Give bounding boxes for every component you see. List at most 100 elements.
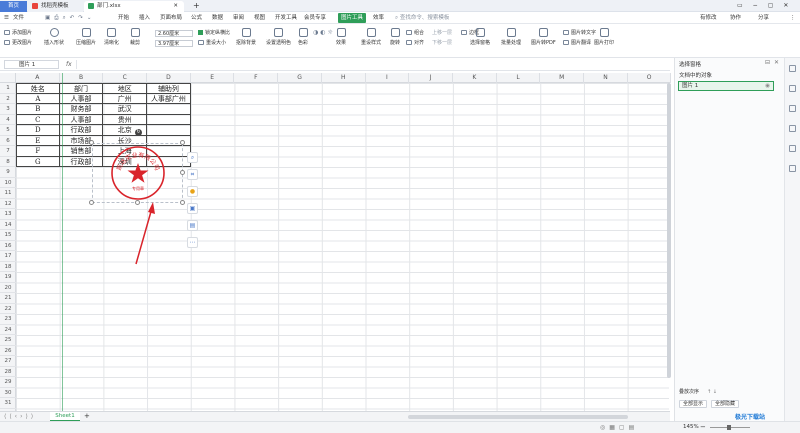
translate-button[interactable]: 图片翻译 <box>563 40 591 47</box>
menu-data[interactable]: 数据 <box>212 12 223 24</box>
effects-button[interactable]: 效果 <box>336 28 346 46</box>
column-header-K[interactable]: K <box>453 73 497 83</box>
column-header-I[interactable]: I <box>366 73 410 83</box>
idea-icon[interactable]: ● <box>187 186 198 197</box>
more-options-icon[interactable]: ⋯ <box>187 237 198 248</box>
table-cell[interactable] <box>147 125 191 136</box>
column-header-D[interactable]: D <box>147 73 191 83</box>
height-input[interactable]: 2.60厘米 <box>155 30 193 37</box>
share-icon[interactable] <box>789 165 796 172</box>
sharpen-button[interactable]: 清晰化 <box>104 28 119 46</box>
resize-handle[interactable] <box>89 140 94 145</box>
collab-button[interactable]: 协作 <box>730 12 741 24</box>
row-header-3[interactable]: 3 <box>0 104 16 115</box>
formula-input[interactable] <box>76 60 666 69</box>
table-cell[interactable]: 人事部 <box>59 93 104 104</box>
menu-view[interactable]: 视图 <box>254 12 265 24</box>
compress-button[interactable]: 压缩图片 <box>76 28 96 46</box>
column-header-L[interactable]: L <box>497 73 541 83</box>
view-mode-icons[interactable]: ◎▦▢▤ <box>600 424 638 431</box>
column-header-H[interactable]: H <box>322 73 366 83</box>
zoom-out-button[interactable]: − <box>700 423 706 431</box>
table-header-cell[interactable]: 姓名 <box>16 83 60 94</box>
row-header-10[interactable]: 10 <box>0 178 16 188</box>
column-header-C[interactable]: C <box>103 73 148 83</box>
row-header-11[interactable]: 11 <box>0 188 16 199</box>
name-box[interactable]: 图片 1 <box>4 60 59 69</box>
tab-home[interactable]: 首页 <box>0 1 27 12</box>
cell-grid[interactable]: 姓名 部门 地区 辅助列 A 人事部 广州 人事部广州 B 财务部 武汉 C 人事部 贵州 D 行政部 北京 E 市… <box>16 83 669 413</box>
zoom-level[interactable]: 145% <box>683 424 699 430</box>
column-header-M[interactable]: M <box>540 73 585 83</box>
reset-size-button[interactable]: 重设大小 <box>198 40 226 47</box>
row-header-22[interactable]: 22 <box>0 304 16 314</box>
width-input[interactable]: 3.97厘米 <box>155 40 193 47</box>
select-all-corner[interactable] <box>0 73 16 83</box>
row-header-12[interactable]: 12 <box>0 199 16 209</box>
command-search[interactable]: ⌕ 查找命令、搜索模板 <box>395 12 449 24</box>
object-list-item[interactable]: 图片 1 ◉ <box>678 81 774 91</box>
menu-efficiency[interactable]: 效率 <box>373 12 384 24</box>
row-header-24[interactable]: 24 <box>0 325 16 335</box>
table-header-cell[interactable]: 部门 <box>59 83 104 94</box>
resize-handle[interactable] <box>180 200 185 205</box>
add-sheet-button[interactable]: + <box>84 412 90 421</box>
row-header-26[interactable]: 26 <box>0 346 16 356</box>
pointer-icon[interactable] <box>789 85 796 92</box>
menu-review[interactable]: 审阅 <box>233 12 244 24</box>
row-header-14[interactable]: 14 <box>0 220 16 230</box>
window-controls[interactable]: ▭−▢✕ <box>737 0 798 12</box>
table-cell[interactable]: 人事部广州 <box>147 93 191 104</box>
menu-icon[interactable]: ☰ <box>4 12 9 24</box>
row-header-31[interactable]: 31 <box>0 398 16 409</box>
to-pdf-button[interactable]: 图片转PDF <box>531 28 556 46</box>
zoom-slider-thumb[interactable] <box>727 425 731 430</box>
row-header-17[interactable]: 17 <box>0 251 16 262</box>
crop-icon[interactable]: ⌗ <box>187 169 198 180</box>
zoom-icon[interactable]: ⌕ <box>187 152 198 163</box>
reset-style-button[interactable]: 重设样式 <box>361 28 381 46</box>
select-pane-button[interactable]: 选择窗格 <box>470 28 490 46</box>
table-cell[interactable]: 财务部 <box>59 104 104 115</box>
row-header-23[interactable]: 23 <box>0 314 16 325</box>
row-header-4[interactable]: 4 <box>0 115 16 125</box>
batch-button[interactable]: 批量处理 <box>501 28 521 46</box>
bring-forward-button[interactable]: 上移一层 <box>432 30 452 37</box>
table-cell[interactable]: 人事部 <box>59 114 104 125</box>
fx-icon[interactable]: fx <box>66 61 72 68</box>
menu-page-layout[interactable]: 页面布局 <box>160 12 182 24</box>
row-header-1[interactable]: 1 <box>0 83 16 94</box>
tab-workbook[interactable]: 部门.xlsx ✕ <box>84 1 184 12</box>
table-cell[interactable]: A <box>16 93 60 104</box>
add-picture-button[interactable]: 添加图片 <box>4 30 32 37</box>
row-header-20[interactable]: 20 <box>0 283 16 293</box>
cutout-button[interactable]: 抠除背景 <box>236 28 256 46</box>
menu-picture-tools[interactable]: 图片工具 <box>338 13 367 23</box>
hide-all-button[interactable]: 全部隐藏 <box>711 400 740 408</box>
ocr-icon[interactable]: ▤ <box>187 220 198 231</box>
print-picture-button[interactable]: 图片打印 <box>594 28 614 46</box>
table-header-cell[interactable]: 地区 <box>103 83 148 94</box>
row-header-18[interactable]: 18 <box>0 262 16 272</box>
row-header-13[interactable]: 13 <box>0 209 16 220</box>
table-cell[interactable]: F <box>16 146 60 157</box>
image-icon[interactable]: ▣ <box>187 203 198 214</box>
properties-icon[interactable] <box>789 125 796 132</box>
row-header-30[interactable]: 30 <box>0 388 16 398</box>
order-arrows-icon[interactable]: ↑ ↓ <box>707 389 717 395</box>
row-header-28[interactable]: 28 <box>0 367 16 377</box>
menu-formula[interactable]: 公式 <box>191 12 202 24</box>
menu-insert[interactable]: 插入 <box>139 12 150 24</box>
insert-shape-button[interactable]: 插入形状 <box>44 28 64 46</box>
tab-template[interactable]: 找稻壳模板 <box>28 1 83 12</box>
table-cell[interactable] <box>147 104 191 115</box>
crop-button[interactable]: 裁剪 <box>130 28 140 46</box>
sync-status[interactable]: 有修改 <box>700 12 717 24</box>
column-header-N[interactable]: N <box>584 73 628 83</box>
column-header-E[interactable]: E <box>191 73 235 83</box>
table-cell[interactable]: C <box>16 114 60 125</box>
horizontal-scrollbar[interactable] <box>408 415 628 419</box>
resize-handle[interactable] <box>180 170 185 175</box>
column-header-J[interactable]: J <box>409 73 453 83</box>
sheet-nav-icons[interactable]: ⟨⟨‹›⟩⟩ <box>4 412 36 421</box>
